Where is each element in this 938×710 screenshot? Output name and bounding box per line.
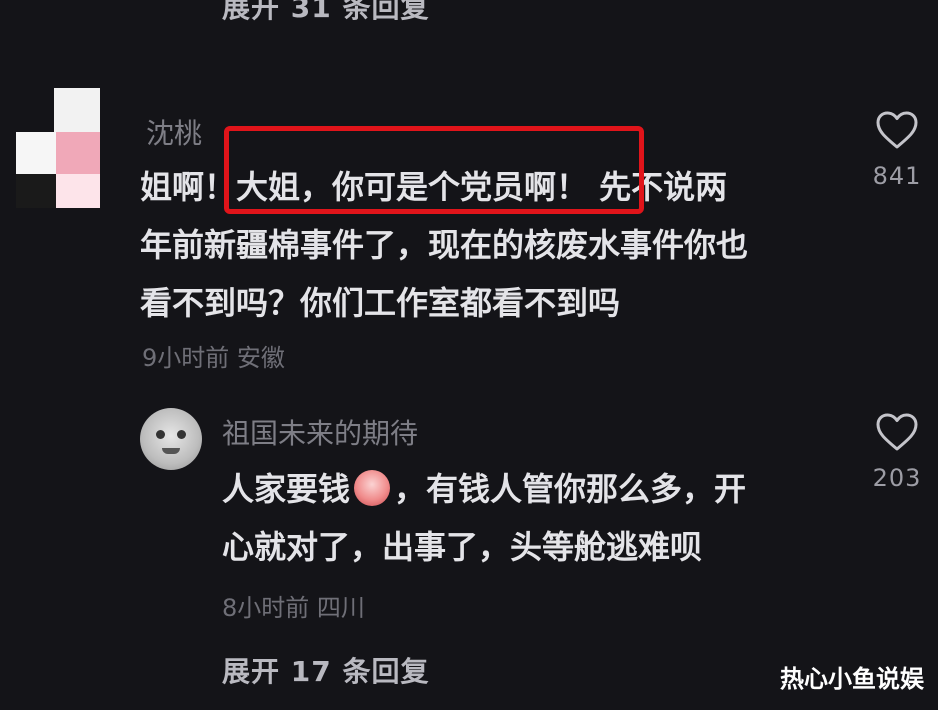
- like-button[interactable]: 841: [862, 110, 932, 190]
- like-count: 203: [872, 464, 922, 492]
- reply-text-part: 人家要钱: [222, 470, 351, 508]
- peach-emoji-icon: [354, 470, 391, 506]
- like-count: 841: [872, 162, 922, 190]
- reply-text-part: ，有钱人管你那么多，开: [394, 470, 747, 508]
- heart-outline-icon[interactable]: [875, 412, 919, 452]
- reply-meta: 8小时前 四川: [222, 594, 365, 622]
- reply-line: 心就对了，出事了，头等舱逃难呗: [222, 528, 703, 566]
- highlight-box: [224, 126, 644, 214]
- comment-meta: 9小时前 安徽: [142, 344, 285, 372]
- reply-text: 人家要钱 ，有钱人管你那么多，开 心就对了，出事了，头等舱逃难呗: [222, 460, 746, 576]
- reply-username[interactable]: 祖国未来的期待: [222, 412, 418, 452]
- commenter-avatar[interactable]: [16, 88, 100, 208]
- expand-replies-bottom[interactable]: 展开 17 条回复: [222, 650, 429, 690]
- heart-outline-icon[interactable]: [875, 110, 919, 150]
- reply-line: 人家要钱 ，有钱人管你那么多，开: [222, 460, 746, 518]
- watermark: 热心小鱼说娱: [780, 665, 924, 693]
- expand-replies-top[interactable]: 展开 31 条回复: [222, 0, 429, 26]
- comment-line: 看不到吗？你们工作室都看不到吗: [140, 284, 621, 322]
- reply-like-button[interactable]: 203: [862, 412, 932, 492]
- commenter-username[interactable]: 沈桃: [146, 112, 202, 152]
- reply-avatar[interactable]: [140, 408, 202, 470]
- comment-line: 年前新疆棉事件了，现在的核废水事件你也: [140, 226, 749, 264]
